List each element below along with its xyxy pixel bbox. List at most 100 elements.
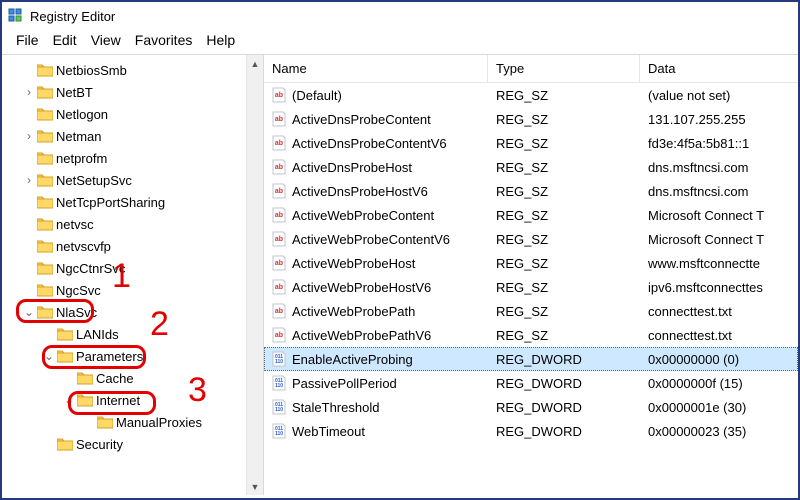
list-row[interactable]: ab (Default) REG_SZ(value not set) [264, 83, 798, 107]
svg-text:ab: ab [275, 284, 283, 291]
tree-scrollbar[interactable]: ▲ ▼ [246, 55, 263, 495]
list-row[interactable]: abActiveDnsProbeHostREG_SZdns.msftncsi.c… [264, 155, 798, 179]
svg-text:110: 110 [275, 407, 283, 413]
column-header-name[interactable]: Name [264, 55, 488, 82]
dword-value-icon: 011110 [270, 350, 288, 368]
folder-icon [36, 62, 54, 78]
list-row[interactable]: 011110WebTimeoutREG_DWORD0x00000023 (35) [264, 419, 798, 443]
chevron-right-icon[interactable]: › [22, 173, 36, 187]
value-name: ActiveDnsProbeContent [292, 112, 431, 127]
tree-item-label: netvscvfp [54, 239, 111, 254]
scroll-down-icon[interactable]: ▼ [247, 478, 263, 495]
tree-item[interactable]: ⌄ Parameters [2, 345, 263, 367]
list-row[interactable]: 011110StaleThresholdREG_DWORD0x0000001e … [264, 395, 798, 419]
tree-item[interactable]: ⌄Internet [2, 389, 263, 411]
tree-item-label: Netlogon [54, 107, 108, 122]
tree-item[interactable]: Security [2, 433, 263, 455]
folder-icon [36, 194, 54, 210]
list-row[interactable]: abActiveDnsProbeHostV6REG_SZdns.msftncsi… [264, 179, 798, 203]
tree-item[interactable]: Cache [2, 367, 263, 389]
menu-bar: File Edit View Favorites Help [2, 30, 798, 55]
tree-item[interactable]: NgcSvc [2, 279, 263, 301]
list-row[interactable]: abActiveWebProbePathREG_SZconnecttest.tx… [264, 299, 798, 323]
value-type: REG_SZ [488, 160, 640, 175]
tree-item[interactable]: ›Netman [2, 125, 263, 147]
value-data: 0x0000000f (15) [640, 376, 798, 391]
svg-text:ab: ab [275, 308, 283, 315]
tree-item[interactable]: ⌄NlaSvc [2, 301, 263, 323]
menu-view[interactable]: View [91, 32, 121, 48]
chevron-down-icon[interactable]: ⌄ [42, 349, 56, 363]
list-row[interactable]: abActiveWebProbePathV6REG_SZconnecttest.… [264, 323, 798, 347]
value-name: ActiveWebProbeHost [292, 256, 415, 271]
list-row[interactable]: abActiveDnsProbeContentREG_SZ131.107.255… [264, 107, 798, 131]
string-value-icon: ab [270, 182, 288, 200]
tree-item-label: Parameters [74, 349, 143, 364]
chevron-right-icon[interactable]: › [22, 129, 36, 143]
svg-text:110: 110 [275, 359, 283, 365]
chevron-right-icon[interactable]: › [22, 85, 36, 99]
value-data: dns.msftncsi.com [640, 160, 798, 175]
list-row[interactable]: abActiveWebProbeContentREG_SZMicrosoft C… [264, 203, 798, 227]
tree-item-label: LANIds [74, 327, 119, 342]
list-row[interactable]: 011110PassivePollPeriodREG_DWORD0x000000… [264, 371, 798, 395]
value-name: ActiveWebProbePathV6 [292, 328, 431, 343]
tree-item[interactable]: netvscvfp [2, 235, 263, 257]
column-header-data[interactable]: Data [640, 55, 798, 82]
value-type: REG_SZ [488, 328, 640, 343]
value-data: 0x0000001e (30) [640, 400, 798, 415]
tree-item[interactable]: NgcCtnrSvc [2, 257, 263, 279]
value-name: ActiveWebProbePath [292, 304, 415, 319]
string-value-icon: ab [270, 278, 288, 296]
scroll-up-icon[interactable]: ▲ [247, 55, 263, 72]
value-name: ActiveWebProbeContent [292, 208, 434, 223]
tree-item[interactable]: ManualProxies [2, 411, 263, 433]
tree-item[interactable]: netprofm [2, 147, 263, 169]
folder-icon [36, 282, 54, 298]
value-type: REG_DWORD [488, 424, 640, 439]
app-icon [8, 8, 24, 24]
tree-item[interactable]: NetTcpPortSharing [2, 191, 263, 213]
menu-help[interactable]: Help [206, 32, 235, 48]
svg-text:ab: ab [275, 92, 283, 99]
title-bar: Registry Editor [2, 2, 798, 30]
tree-pane: NetbiosSmb›NetBTNetlogon›Netmannetprofm›… [2, 55, 264, 495]
list-row[interactable]: abActiveWebProbeHostREG_SZwww.msftconnec… [264, 251, 798, 275]
tree-item-label: netvsc [54, 217, 94, 232]
value-name: (Default) [292, 88, 342, 103]
tree-item[interactable]: netvsc [2, 213, 263, 235]
value-data: www.msftconnectte [640, 256, 798, 271]
value-name: ActiveWebProbeContentV6 [292, 232, 450, 247]
menu-favorites[interactable]: Favorites [135, 32, 193, 48]
list-row[interactable]: abActiveWebProbeContentV6REG_SZMicrosoft… [264, 227, 798, 251]
svg-text:ab: ab [275, 212, 283, 219]
column-header-type[interactable]: Type [488, 55, 640, 82]
svg-text:110: 110 [275, 431, 283, 437]
chevron-down-icon[interactable]: ⌄ [62, 393, 76, 407]
folder-icon [36, 128, 54, 144]
menu-file[interactable]: File [16, 32, 39, 48]
list-row[interactable]: abActiveWebProbeHostV6REG_SZipv6.msftcon… [264, 275, 798, 299]
chevron-down-icon[interactable]: ⌄ [22, 305, 36, 319]
list-row[interactable]: 011110EnableActiveProbingREG_DWORD0x0000… [264, 347, 798, 371]
tree-item[interactable]: ›NetBT [2, 81, 263, 103]
tree-item[interactable]: LANIds [2, 323, 263, 345]
value-type: REG_SZ [488, 184, 640, 199]
tree-item-label: NetTcpPortSharing [54, 195, 165, 210]
list-row[interactable]: abActiveDnsProbeContentV6REG_SZfd3e:4f5a… [264, 131, 798, 155]
menu-edit[interactable]: Edit [53, 32, 77, 48]
value-name: PassivePollPeriod [292, 376, 397, 391]
tree-item-label: NetSetupSvc [54, 173, 132, 188]
value-data: connecttest.txt [640, 304, 798, 319]
string-value-icon: ab [270, 326, 288, 344]
dword-value-icon: 011110 [270, 422, 288, 440]
value-type: REG_SZ [488, 88, 640, 103]
tree-item[interactable]: › NetSetupSvc [2, 169, 263, 191]
tree-item[interactable]: NetbiosSmb [2, 59, 263, 81]
svg-text:ab: ab [275, 140, 283, 147]
value-data: (value not set) [640, 88, 798, 103]
list-body[interactable]: ab(Default)REG_SZ(value not set)abActive… [264, 83, 798, 443]
folder-icon [36, 238, 54, 254]
tree[interactable]: NetbiosSmb›NetBTNetlogon›Netmannetprofm›… [2, 55, 263, 459]
tree-item[interactable]: Netlogon [2, 103, 263, 125]
